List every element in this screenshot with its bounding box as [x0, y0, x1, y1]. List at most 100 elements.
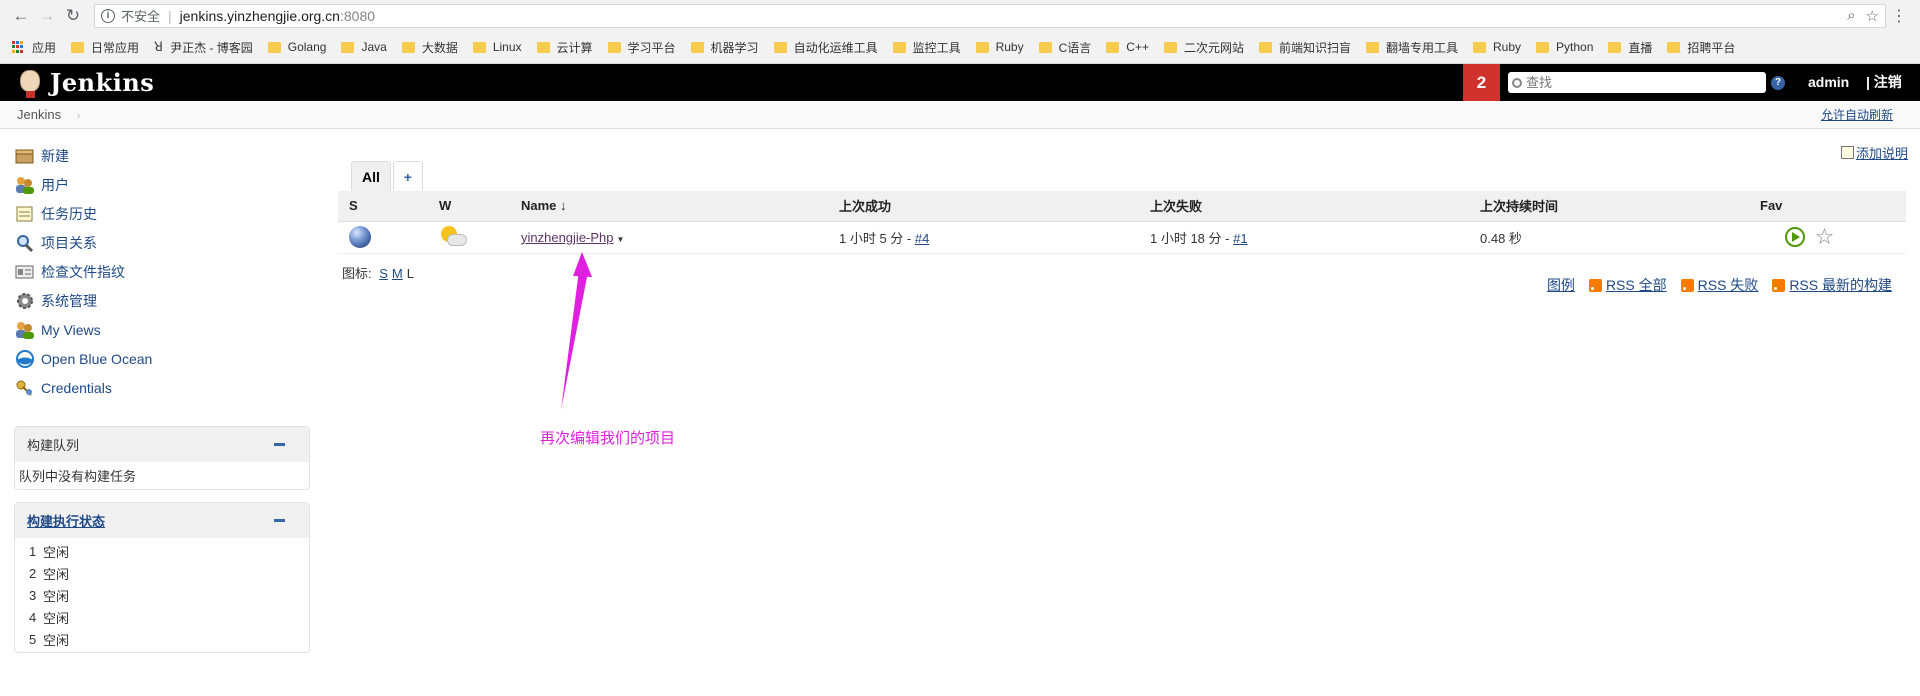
jenkins-logo[interactable]: Jenkins — [16, 67, 154, 99]
bookmark-folder[interactable]: 大数据 — [401, 39, 458, 56]
job-link[interactable]: yinzhengjie-Php — [521, 230, 614, 245]
dropdown-arrow-icon[interactable]: ▼ — [617, 235, 625, 244]
tab-all[interactable]: All — [351, 161, 391, 191]
task-manage-jenkins[interactable]: 系统管理 — [14, 286, 310, 315]
task-build-history[interactable]: 任务历史 — [14, 199, 310, 228]
info-icon[interactable]: i — [101, 8, 115, 23]
bookmark-folder[interactable]: 机器学习 — [690, 39, 759, 56]
task-label[interactable]: 任务历史 — [41, 204, 97, 224]
task-my-views[interactable]: My Views — [14, 315, 310, 344]
enable-auto-refresh-link[interactable]: 允许自动刷新 — [1821, 106, 1893, 123]
column-last-failure[interactable]: 上次失败 — [1139, 191, 1469, 222]
bookmark-blog[interactable]: ꓤ 尹正杰 - 博客园 — [154, 39, 253, 56]
rss-all-link[interactable]: RSS 全部 — [1606, 275, 1667, 295]
back-button[interactable]: ← — [8, 0, 34, 31]
task-label[interactable]: Open Blue Ocean — [41, 351, 152, 367]
bookmark-label: 前端知识扫盲 — [1278, 40, 1351, 55]
task-label[interactable]: Credentials — [41, 380, 112, 396]
add-view-tab[interactable]: + — [392, 161, 423, 191]
bookmark-folder[interactable]: Java — [341, 40, 387, 54]
weather-cell — [428, 220, 510, 254]
icon-size-m[interactable]: M — [392, 266, 403, 281]
help-icon[interactable]: ? — [1771, 76, 1785, 90]
logout-link[interactable]: | 注销 — [1866, 64, 1902, 101]
task-users[interactable]: 用户 — [14, 170, 310, 199]
rss-failed[interactable]: RSS 失败 — [1680, 275, 1759, 295]
icon-size-s[interactable]: S — [379, 266, 388, 281]
executors-title-link[interactable]: 构建执行状态 — [27, 511, 105, 530]
bookmark-folder[interactable]: C语言 — [1038, 39, 1092, 56]
bookmark-label: 机器学习 — [710, 40, 759, 55]
add-description-link[interactable]: 添加说明 — [1856, 143, 1908, 162]
rss-latest-link[interactable]: RSS 最新的构建 — [1789, 275, 1892, 295]
column-status[interactable]: S — [338, 191, 428, 222]
task-label[interactable]: 检查文件指纹 — [41, 262, 125, 282]
column-fav[interactable]: Fav — [1749, 191, 1906, 222]
bookmark-folder[interactable]: Ruby — [975, 40, 1024, 54]
schedule-build-icon[interactable] — [1785, 227, 1805, 247]
executor-status: 空闲 — [43, 588, 70, 604]
address-bar[interactable]: i 不安全 | jenkins.yinzhengjie.org.cn:8080 … — [94, 3, 1886, 28]
task-fingerprint[interactable]: 检查文件指纹 — [14, 257, 310, 286]
forward-button[interactable]: → — [34, 0, 60, 31]
bookmark-folder[interactable]: C++ — [1106, 40, 1149, 54]
rss-bar: 图例 RSS 全部 RSS 失败 RSS 最新的构建 — [1547, 275, 1892, 295]
user-link[interactable]: admin — [1808, 64, 1849, 101]
browser-menu-icon[interactable]: ⋮ — [1886, 6, 1912, 26]
bookmark-folder[interactable]: 日常应用 — [71, 39, 139, 56]
task-label[interactable]: My Views — [41, 322, 101, 338]
task-new-item[interactable]: 新建 — [14, 141, 310, 170]
rss-all[interactable]: RSS 全部 — [1588, 275, 1667, 295]
last-failure-build-link[interactable]: #1 — [1233, 231, 1247, 246]
bookmark-folder[interactable]: Python — [1536, 40, 1593, 54]
icon-size-l[interactable]: L — [407, 266, 414, 281]
bookmark-folder[interactable]: Linux — [472, 40, 522, 54]
bookmark-apps[interactable]: 应用 — [12, 39, 56, 56]
breadcrumb-jenkins[interactable]: Jenkins — [17, 107, 61, 122]
task-open-blue-ocean[interactable]: Open Blue Ocean — [14, 344, 310, 373]
bookmark-folder[interactable]: 直播 — [1608, 39, 1652, 56]
bookmark-folder[interactable]: 学习平台 — [607, 39, 676, 56]
manage-jenkins-icon — [17, 292, 33, 309]
task-label[interactable]: 新建 — [41, 146, 69, 166]
column-last-duration[interactable]: 上次持续时间 — [1469, 191, 1749, 222]
task-label[interactable]: 项目关系 — [41, 233, 97, 253]
task-label[interactable]: 系统管理 — [41, 291, 97, 311]
search-input[interactable] — [1526, 75, 1746, 90]
column-last-success[interactable]: 上次成功 — [828, 191, 1139, 222]
column-name[interactable]: Name ↓ — [510, 191, 828, 222]
bookmark-label: C语言 — [1058, 40, 1092, 55]
reload-button[interactable]: ↻ — [60, 0, 86, 31]
task-credentials[interactable]: Credentials — [14, 373, 310, 402]
task-label[interactable]: 用户 — [41, 175, 69, 195]
bookmark-folder[interactable]: 翻墙专用工具 — [1366, 39, 1458, 56]
bookmark-folder[interactable]: 二次元网站 — [1163, 39, 1244, 56]
notification-badge[interactable]: 2 — [1463, 64, 1500, 101]
task-project-relationship[interactable]: 项目关系 — [14, 228, 310, 257]
search-icon — [1512, 77, 1522, 88]
rss-latest[interactable]: RSS 最新的构建 — [1772, 275, 1892, 295]
favorite-star-icon[interactable]: ☆ — [1815, 224, 1835, 249]
bookmark-folder[interactable]: 招聘平台 — [1667, 39, 1735, 56]
add-description[interactable]: 添加说明 — [1840, 143, 1908, 162]
bookmark-folder[interactable]: 云计算 — [536, 39, 593, 56]
executor-number: 5 — [29, 631, 37, 647]
last-success-build-link[interactable]: #4 — [915, 231, 929, 246]
collapse-icon[interactable] — [274, 443, 285, 446]
breadcrumb-arrow-icon[interactable]: › — [77, 110, 80, 120]
bookmark-folder[interactable]: 前端知识扫盲 — [1258, 39, 1351, 56]
executor-list: 1 空闲 2 空闲 3 空闲 4 空闲 5 空闲 — [15, 538, 309, 652]
bookmark-folder[interactable]: 自动化运维工具 — [773, 39, 878, 56]
insecure-label: 不安全 — [121, 9, 161, 24]
column-weather[interactable]: W — [428, 191, 510, 222]
bookmark-folder[interactable]: 监控工具 — [892, 39, 961, 56]
folder-icon — [1608, 41, 1622, 53]
zoom-icon[interactable]: ⌕ — [1847, 7, 1855, 25]
bookmark-folder[interactable]: Golang — [267, 40, 326, 54]
legend-link[interactable]: 图例 — [1547, 275, 1575, 295]
collapse-icon[interactable] — [274, 519, 285, 522]
rss-failed-link[interactable]: RSS 失败 — [1698, 275, 1759, 295]
bookmark-folder[interactable]: Ruby — [1473, 40, 1521, 54]
executor-row: 1 空闲 — [15, 540, 309, 562]
bookmark-star-icon[interactable]: ☆ — [1866, 7, 1879, 25]
